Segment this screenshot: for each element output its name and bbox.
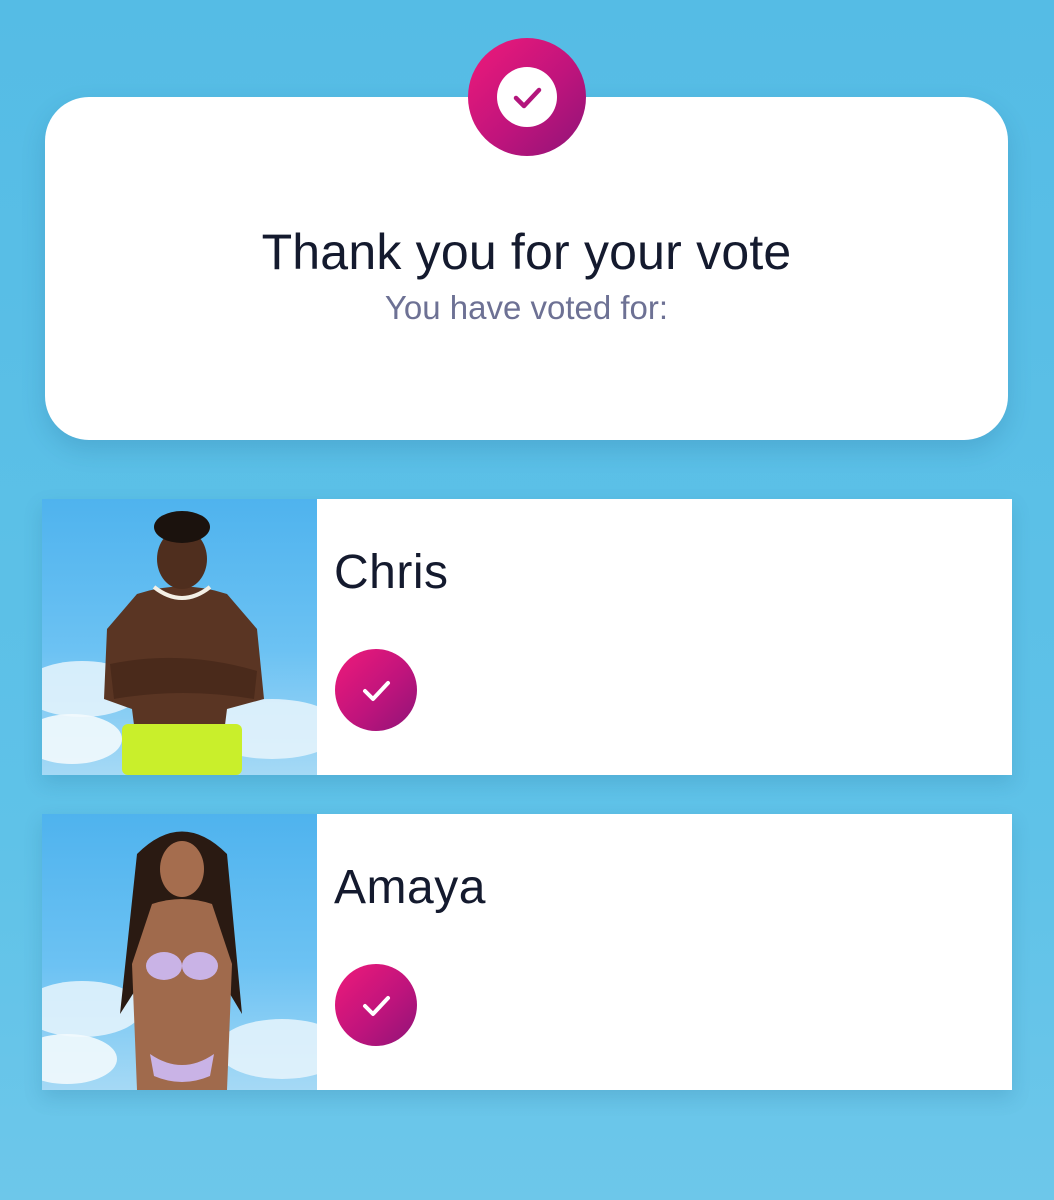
islander-name: Amaya — [334, 861, 486, 914]
confirmation-subtitle: You have voted for: — [384, 289, 669, 326]
islander-name: Chris — [334, 546, 449, 599]
voted-islander-card: Amaya — [42, 814, 1012, 1090]
islander-photo — [42, 499, 317, 775]
checkmark-icon — [363, 996, 390, 1016]
vote-status-badge — [335, 964, 417, 1046]
vote-status-badge — [335, 649, 417, 731]
islander-photo — [42, 814, 317, 1090]
confirmation-badge — [468, 38, 586, 156]
confirmation-title: Thank you for your vote — [261, 224, 792, 280]
voted-islander-card: Chris — [42, 499, 1012, 775]
checkmark-icon — [513, 87, 542, 109]
checkmark-icon — [363, 681, 390, 701]
